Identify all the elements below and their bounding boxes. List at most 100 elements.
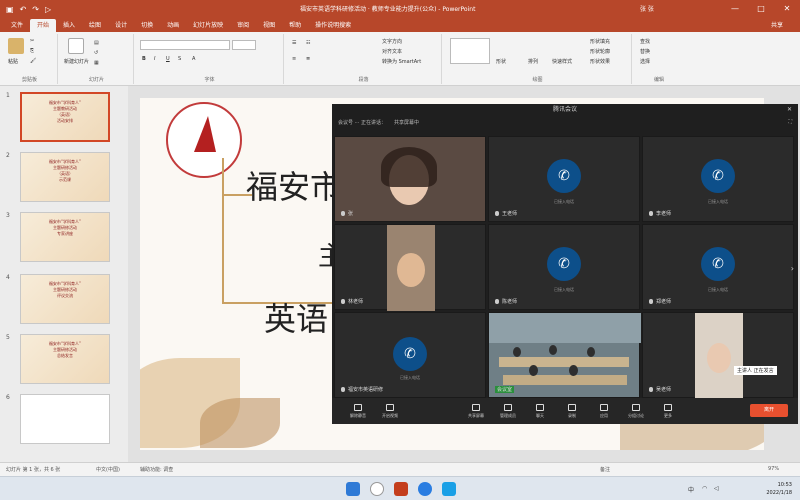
tab-design[interactable]: 设计 [108,19,134,32]
volume-icon[interactable]: ◁ [714,485,719,492]
shape-effects-button[interactable]: 形状效果 [590,58,610,65]
font-color-icon[interactable]: A [192,56,195,62]
smartart-button[interactable]: 转换为 SmartArt [382,58,421,65]
text-direction-button[interactable]: 文字方向 [382,38,402,45]
reset-icon[interactable]: ↺ [94,50,98,56]
new-slide-icon[interactable] [68,38,84,54]
meeting-close-button[interactable]: ✕ [787,104,792,116]
close-button[interactable]: ✕ [774,0,800,18]
tab-insert[interactable]: 插入 [56,19,82,32]
participant-tile[interactable]: 吴老师 [642,312,794,399]
present-icon[interactable]: ▷ [45,5,51,14]
manage-members-button[interactable]: 管理成员 [492,403,524,419]
shapes-button[interactable]: 形状 [496,58,506,65]
cut-icon[interactable]: ✂ [30,38,34,44]
tab-draw[interactable]: 绘图 [82,19,108,32]
start-icon[interactable] [346,482,360,496]
slide-thumbnail-6[interactable] [20,394,110,444]
tab-slideshow[interactable]: 幻灯片放映 [186,19,230,32]
font-size-select[interactable] [232,40,256,50]
apps-button[interactable]: 应用 [588,403,620,419]
layout-icon[interactable]: ▤ [94,40,99,46]
language-status[interactable]: 中文(中国) [96,466,120,473]
bold-button[interactable]: B [142,56,146,62]
share-screen-button[interactable]: 共享屏幕 [460,403,492,419]
video-button[interactable]: 开启视频 [374,403,406,419]
slide-number: 6 [6,394,10,401]
align-center-icon[interactable]: ≣ [306,56,310,62]
section-icon[interactable]: ▦ [94,60,99,66]
font-family-select[interactable] [140,40,230,50]
format-painter-icon[interactable]: 🖌 [30,58,36,64]
apps-icon [600,403,608,411]
leave-button[interactable]: 离开 [750,404,788,417]
select-button[interactable]: 选择 [640,58,650,65]
participant-tile[interactable]: ✆ 已接入电话 郑老师 [642,224,794,310]
replace-button[interactable]: 替换 [640,48,650,55]
tell-me-search[interactable]: 操作说明搜索 [308,19,358,32]
wifi-icon[interactable]: ◠ [702,485,707,492]
zoom-level[interactable]: 97% [768,466,779,472]
clock[interactable]: 10:53 2022/1/18 [766,481,792,497]
align-text-button[interactable]: 对齐文本 [382,48,402,55]
participant-tile[interactable]: 张 [334,136,486,222]
tab-transitions[interactable]: 切换 [134,19,160,32]
meeting-info[interactable]: 会议号 ··· 正在讲话： [338,119,386,126]
slide-thumbnail-3[interactable]: 福安市“学科育人” 主题研修活动 专家讲座 [20,212,110,262]
tab-animations[interactable]: 动画 [160,19,186,32]
bullets-icon[interactable]: ☰ [292,40,296,46]
leaf-decoration [200,398,280,448]
slide-thumbnail-1[interactable]: 福安市“学科育人” 主题教研活动 （英语） 活动安排 [20,92,110,142]
shadow-button[interactable]: S [178,56,181,62]
numbering-icon[interactable]: ☷ [306,40,310,46]
shape-outline-button[interactable]: 形状轮廓 [590,48,610,55]
maximize-button[interactable]: □ [748,0,774,18]
slide-thumbnail-4[interactable]: 福安市“学科育人” 主题研修活动 评议交流 [20,274,110,324]
participant-tile[interactable]: ✆ 已接入电话 陈老师 [488,224,640,310]
redo-icon[interactable]: ↷ [32,5,39,14]
shape-fill-button[interactable]: 形状填充 [590,38,610,45]
shapes-gallery[interactable] [450,38,490,64]
next-page-icon[interactable]: › [791,264,794,273]
accessibility-status[interactable]: 辅助功能: 调查 [140,466,173,473]
minimize-button[interactable]: — [722,0,748,18]
participant-tile[interactable]: 会议室 [488,312,641,398]
participant-tile[interactable]: ✆ 已接入电话 王老师 [488,136,640,222]
align-left-icon[interactable]: ≡ [292,56,296,62]
tab-help[interactable]: 帮助 [282,19,308,32]
quick-styles-button[interactable]: 快速样式 [552,58,572,65]
paste-button[interactable]: 粘贴 [8,58,18,65]
record-button[interactable]: 录制 [556,403,588,419]
find-button[interactable]: 查找 [640,38,650,45]
meeting-app-icon[interactable] [418,482,432,496]
breakout-button[interactable]: 分组讨论 [620,403,652,419]
user-name[interactable]: 张 张 [640,4,654,13]
paste-icon[interactable] [8,38,24,54]
arrange-button[interactable]: 排列 [528,58,538,65]
new-slide-button[interactable]: 新建幻灯片 [64,58,89,65]
notes-button[interactable]: 备注 [600,466,610,473]
tab-home[interactable]: 开始 [30,19,57,32]
copy-icon[interactable]: ⎘ [30,48,34,54]
powerpoint-icon[interactable] [394,482,408,496]
fullscreen-icon[interactable]: ⛶ [788,119,792,125]
chat-button[interactable]: 聊天 [524,403,556,419]
slide-thumbnail-5[interactable]: 福安市“学科育人” 主题研修活动 总结发言 [20,334,110,384]
unmute-button[interactable]: 解除静音 [342,403,374,419]
tab-review[interactable]: 审阅 [230,19,256,32]
edge-icon[interactable] [442,482,456,496]
participant-tile[interactable]: ✆ 已接入电话 李老师 [642,136,794,222]
lang-indicator[interactable]: 中 [688,485,694,494]
italic-button[interactable]: I [154,56,155,62]
participant-tile[interactable]: 林老师 [334,224,486,311]
share-button[interactable]: 共享 [764,19,790,32]
tab-file[interactable]: 文件 [4,19,30,32]
save-icon[interactable]: ▣ [6,5,14,14]
slide-thumbnail-2[interactable]: 福安市“学科育人” 主题研修活动 （英语） 示范课 [20,152,110,202]
undo-icon[interactable]: ↶ [20,5,27,14]
more-button[interactable]: 更多 [652,403,684,419]
search-icon[interactable] [370,482,384,496]
underline-button[interactable]: U [166,56,170,62]
participant-tile[interactable]: ✆ 已接入电话 福安市英语研修 [334,312,486,398]
tab-view[interactable]: 视图 [256,19,282,32]
